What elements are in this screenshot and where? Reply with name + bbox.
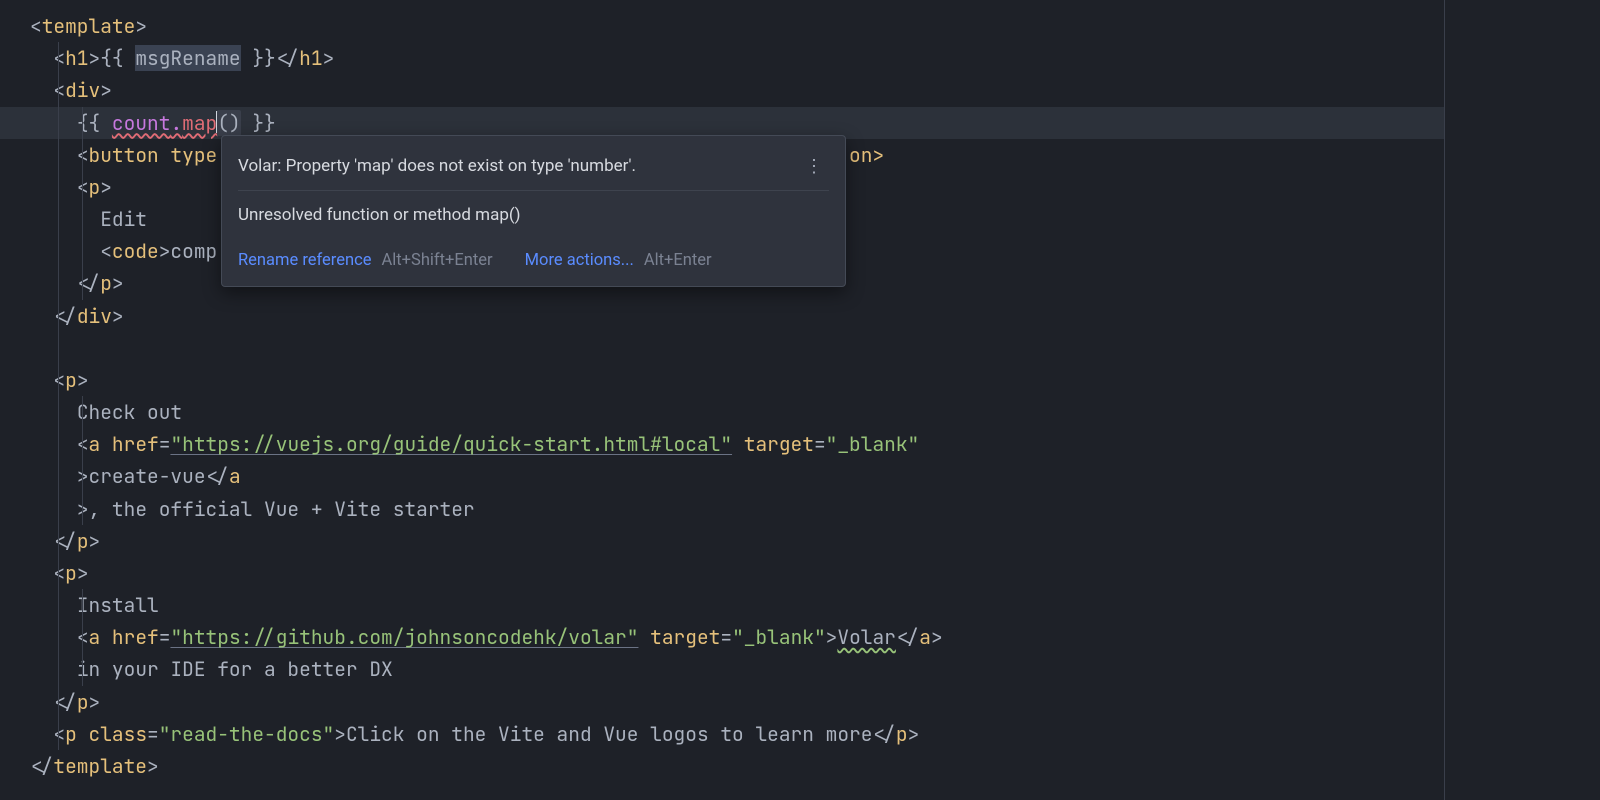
code-line[interactable]: </template> <box>0 750 1444 782</box>
code-line[interactable]: <a href="https://github.com/johnsoncodeh… <box>0 621 1444 653</box>
code-line[interactable]: in your IDE for a better DX <box>0 653 1444 685</box>
shortcut-hint: Alt+Shift+Enter <box>381 247 492 274</box>
code-line[interactable]: <div> <box>0 74 1444 106</box>
code-line[interactable]: Install <box>0 589 1444 621</box>
quickfix-actions: Rename reference Alt+Shift+Enter More ac… <box>222 239 845 276</box>
code-line[interactable]: </div> <box>0 300 1444 332</box>
rename-reference-action[interactable]: Rename reference <box>238 247 371 274</box>
code-line[interactable]: <p class="read-the-docs">Click on the Vi… <box>0 718 1444 750</box>
code-line[interactable]: <a href="https://vuejs.org/guide/quick-s… <box>0 428 1444 460</box>
code-editor[interactable]: <template> <h1>{{ msgRename }}</h1> <div… <box>0 0 1445 800</box>
code-line[interactable]: </p> <box>0 686 1444 718</box>
code-line[interactable]: </p> <box>0 525 1444 557</box>
diagnostic-message-primary: Volar: Property 'map' does not exist on … <box>238 146 829 191</box>
more-vertical-icon[interactable]: ⋮ <box>805 152 821 182</box>
shortcut-hint: Alt+Enter <box>644 247 712 274</box>
code-line[interactable]: >create-vue</a <box>0 460 1444 492</box>
code-line[interactable]: <h1>{{ msgRename }}</h1> <box>0 42 1444 74</box>
code-line-active[interactable]: {{ count.map() }} <box>0 107 1444 139</box>
code-line[interactable]: >, the official Vue + Vite starter <box>0 493 1444 525</box>
code-line[interactable]: <p> <box>0 364 1444 396</box>
more-actions[interactable]: More actions... <box>525 247 634 274</box>
code-line[interactable]: Check out <box>0 396 1444 428</box>
code-line[interactable] <box>0 332 1444 364</box>
diagnostic-message-secondary: Unresolved function or method map() <box>222 195 845 239</box>
code-line[interactable]: <p> <box>0 557 1444 589</box>
code-line[interactable]: <template> <box>0 10 1444 42</box>
inspection-tooltip: Volar: Property 'map' does not exist on … <box>221 135 846 287</box>
